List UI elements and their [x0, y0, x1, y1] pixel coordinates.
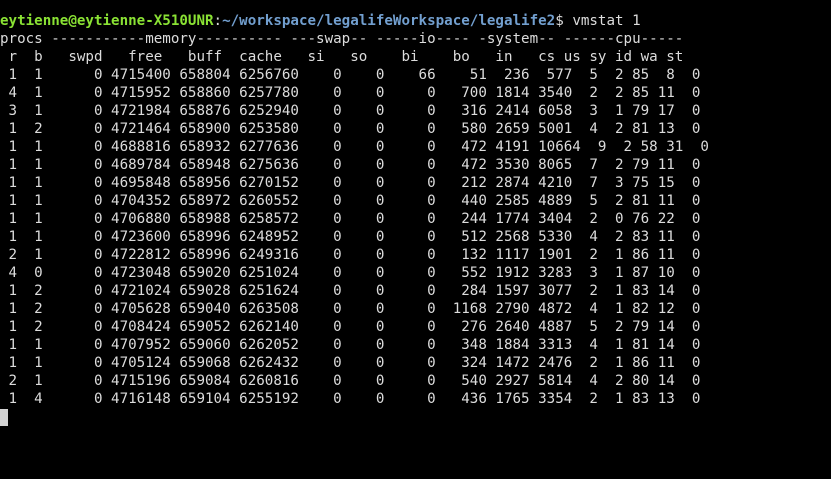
prompt-path: ~/workspace/legalifeWorkspace/legalife2 [222, 13, 556, 29]
vmstat-row: 1 2 0 4705628 659040 6263508 0 0 0 1168 … [0, 301, 701, 317]
vmstat-row: 1 1 0 4704352 658972 6260552 0 0 0 440 2… [0, 193, 701, 209]
prompt-symbol: $ [555, 13, 573, 29]
vmstat-row: 4 0 0 4723048 659020 6251024 0 0 0 552 1… [0, 265, 701, 281]
vmstat-row: 1 1 0 4689784 658948 6275636 0 0 0 472 3… [0, 157, 701, 173]
vmstat-group-header: procs -----------memory---------- ---swa… [0, 31, 684, 47]
vmstat-row: 3 1 0 4721984 658876 6252940 0 0 0 316 2… [0, 103, 701, 119]
vmstat-row: 1 4 0 4716148 659104 6255192 0 0 0 436 1… [0, 391, 701, 407]
terminal-cursor [0, 409, 8, 426]
vmstat-row: 1 2 0 4721024 659028 6251624 0 0 0 284 1… [0, 283, 701, 299]
vmstat-row: 1 2 0 4708424 659052 6262140 0 0 0 276 2… [0, 319, 701, 335]
prompt-command: vmstat 1 [572, 13, 641, 29]
vmstat-row: 1 1 0 4705124 659068 6262432 0 0 0 324 1… [0, 355, 701, 371]
terminal-window[interactable]: eytienne@eytienne-X510UNR:~/workspace/le… [0, 0, 831, 479]
vmstat-row: 1 1 0 4715400 658804 6256760 0 0 66 51 2… [0, 67, 701, 83]
vmstat-row: 1 1 0 4723600 658996 6248952 0 0 0 512 2… [0, 229, 701, 245]
vmstat-row: 2 1 0 4722812 658996 6249316 0 0 0 132 1… [0, 247, 701, 263]
prompt-separator: : [213, 13, 223, 29]
vmstat-row: 2 1 0 4715196 659084 6260816 0 0 0 540 2… [0, 373, 701, 389]
vmstat-row: 1 2 0 4721464 658900 6253580 0 0 0 580 2… [0, 121, 701, 137]
vmstat-row: 1 1 0 4688816 658932 6277636 0 0 0 472 4… [0, 139, 709, 155]
vmstat-row: 4 1 0 4715952 658860 6257780 0 0 0 700 1… [0, 85, 701, 101]
prompt-user-host: eytienne@eytienne-X510UNR [0, 13, 214, 29]
vmstat-column-header: r b swpd free buff cache si so bi bo in … [0, 49, 684, 65]
vmstat-output: 1 1 0 4715400 658804 6256760 0 0 66 51 2… [0, 66, 831, 408]
cursor-line [0, 408, 831, 426]
vmstat-row: 1 1 0 4695848 658956 6270152 0 0 0 212 2… [0, 175, 701, 191]
vmstat-row: 1 1 0 4706880 658988 6258572 0 0 0 244 1… [0, 211, 701, 227]
vmstat-row: 1 1 0 4707952 659060 6262052 0 0 0 348 1… [0, 337, 701, 353]
prompt-line: eytienne@eytienne-X510UNR:~/workspace/le… [0, 12, 831, 30]
